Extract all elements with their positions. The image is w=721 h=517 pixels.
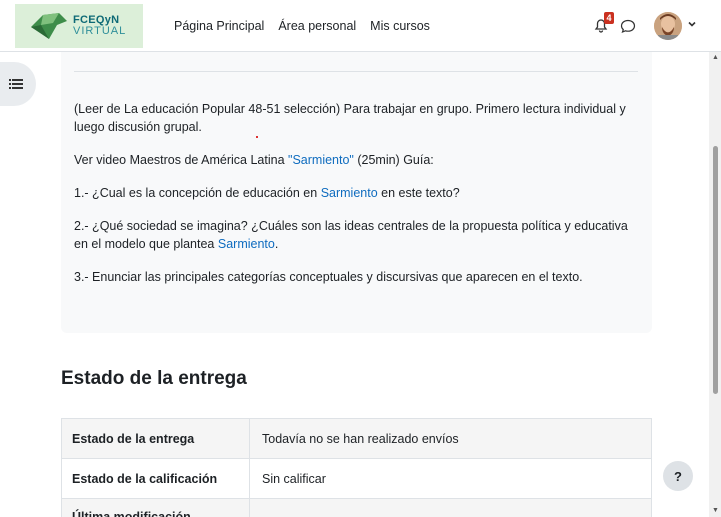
site-logo[interactable]: FCEQyN VIRTUAL (15, 4, 143, 48)
intro-paragraph: (Leer de La educación Popular 48-51 sele… (74, 102, 626, 134)
stray-mark (256, 136, 258, 138)
divider (74, 71, 638, 72)
drawer-toggle-icon (9, 79, 23, 89)
help-button[interactable]: ? (663, 461, 693, 491)
row-label: Estado de la entrega (61, 419, 250, 458)
scrollbar-thumb[interactable] (713, 146, 718, 394)
table-row: Estado de la entrega Todavía no se han r… (61, 418, 652, 458)
nav-link-home[interactable]: Página Principal (174, 19, 264, 33)
question-2: 2.- ¿Qué sociedad se imagina? ¿Cuáles so… (74, 219, 628, 251)
scroll-down-arrow-icon[interactable]: ▼ (712, 507, 719, 514)
question-3: 3.- Enunciar las principales categorías … (74, 270, 583, 284)
notification-badge: 4 (604, 12, 614, 24)
sarmiento-link[interactable]: Sarmiento (321, 186, 378, 200)
avatar[interactable] (654, 12, 682, 40)
chevron-down-icon[interactable] (686, 18, 698, 30)
row-value: Todavía no se han realizado envíos (262, 431, 459, 446)
row-label: Última modificación (61, 499, 250, 517)
chat-icon[interactable] (620, 18, 636, 34)
row-label: Estado de la calificación (61, 459, 250, 498)
row-value (251, 499, 652, 517)
logo-mark-icon (31, 13, 67, 39)
video-line: Ver video Maestros de América Latina "Sa… (74, 153, 434, 167)
nav-link-my-courses[interactable]: Mis cursos (370, 19, 430, 33)
question-1: 1.- ¿Cual es la concepción de educación … (74, 186, 460, 200)
submission-status-heading: Estado de la entrega (61, 368, 247, 389)
sarmiento-video-link[interactable]: "Sarmiento" (288, 153, 354, 167)
scroll-up-arrow-icon[interactable]: ▲ (712, 54, 719, 61)
row-value: Sin calificar (262, 471, 326, 486)
nav-link-dashboard[interactable]: Área personal (278, 19, 356, 33)
top-navbar: FCEQyN VIRTUAL Página Principal Área per… (0, 0, 721, 52)
sarmiento-link[interactable]: Sarmiento (218, 237, 275, 251)
table-row: Última modificación (61, 498, 652, 517)
course-index-toggle[interactable] (0, 62, 36, 106)
primary-navigation: Página Principal Área personal Mis curso… (174, 0, 430, 52)
table-row: Estado de la calificación Sin calificar (61, 458, 652, 498)
logo-subtitle: VIRTUAL (73, 25, 127, 37)
